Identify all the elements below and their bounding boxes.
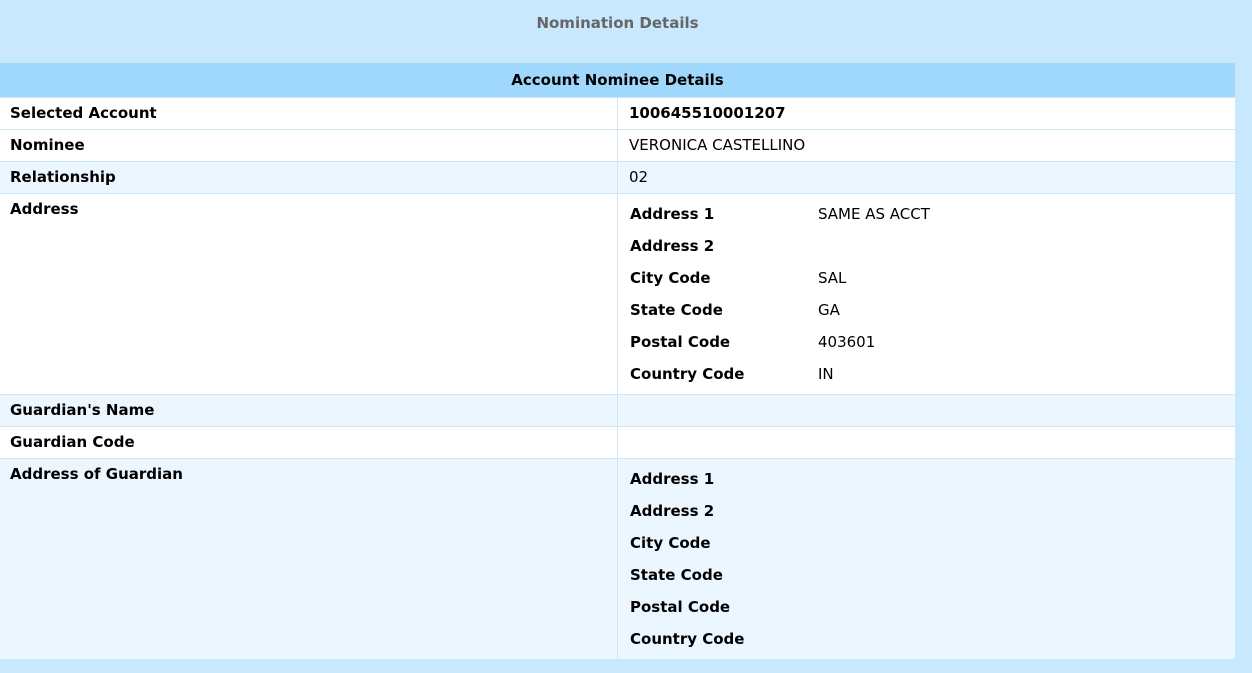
address-1-value: SAME AS ACCT xyxy=(818,205,930,223)
guardian-code-label: Guardian Code xyxy=(0,426,618,459)
postal-code-label: Postal Code xyxy=(630,333,731,351)
nominee-address-block: Address 1 SAME AS ACCT Address 2 City Co… xyxy=(617,193,1235,395)
address-label: Address xyxy=(0,193,618,395)
nominee-label: Nominee xyxy=(0,129,618,162)
nominee-address-2-line: Address 2 xyxy=(630,230,1235,262)
nominee-address-1-line: Address 1 SAME AS ACCT xyxy=(630,198,1235,230)
country-code-label: Country Code xyxy=(630,365,745,383)
nominee-details-table: Account Nominee Details Selected Account… xyxy=(0,63,1235,659)
selected-account-row: Selected Account 100645510001207 xyxy=(0,97,1235,130)
nominee-row: Nominee VERONICA CASTELLINO xyxy=(0,129,1235,162)
nominee-country-code-line: Country Code IN xyxy=(630,358,1235,390)
guardian-address-label: Address of Guardian xyxy=(0,458,618,659)
guardian-name-row: Guardian's Name xyxy=(0,394,1235,427)
country-code-value: IN xyxy=(818,365,834,383)
guardian-country-code-label: Country Code xyxy=(630,630,745,648)
relationship-row: Relationship 02 xyxy=(0,161,1235,194)
guardian-address-2-label: Address 2 xyxy=(630,502,715,520)
section-header-row: Account Nominee Details xyxy=(0,63,1235,98)
guardian-address-row: Address of Guardian Address 1 Address 2 … xyxy=(0,458,1235,659)
guardian-country-code-line: Country Code xyxy=(630,623,1235,655)
guardian-address-1-label: Address 1 xyxy=(630,470,715,488)
address-2-label: Address 2 xyxy=(630,237,715,255)
guardian-code-row: Guardian Code xyxy=(0,426,1235,459)
guardian-city-code-label: City Code xyxy=(630,534,711,552)
relationship-value: 02 xyxy=(617,161,1235,194)
guardian-address-block: Address 1 Address 2 City Code State Code… xyxy=(617,458,1235,659)
guardian-state-code-label: State Code xyxy=(630,566,723,584)
city-code-label: City Code xyxy=(630,269,711,287)
selected-account-label: Selected Account xyxy=(0,97,618,130)
address-row: Address Address 1 SAME AS ACCT Address 2… xyxy=(0,193,1235,395)
guardian-postal-code-label: Postal Code xyxy=(630,598,731,616)
relationship-label: Relationship xyxy=(0,161,618,194)
postal-code-value: 403601 xyxy=(818,333,876,351)
state-code-label: State Code xyxy=(630,301,723,319)
nominee-value: VERONICA CASTELLINO xyxy=(617,129,1235,162)
guardian-city-code-line: City Code xyxy=(630,527,1235,559)
guardian-postal-code-line: Postal Code xyxy=(630,591,1235,623)
page-title: Nomination Details xyxy=(536,14,699,32)
nominee-state-code-line: State Code GA xyxy=(630,294,1235,326)
guardian-address-1-line: Address 1 xyxy=(630,463,1235,495)
city-code-value: SAL xyxy=(818,269,847,287)
address-1-label: Address 1 xyxy=(630,205,715,223)
guardian-state-code-line: State Code xyxy=(630,559,1235,591)
nominee-postal-code-line: Postal Code 403601 xyxy=(630,326,1235,358)
state-code-value: GA xyxy=(818,301,840,319)
guardian-code-value xyxy=(617,426,1235,459)
selected-account-value: 100645510001207 xyxy=(617,97,1235,130)
guardian-address-2-line: Address 2 xyxy=(630,495,1235,527)
section-title: Account Nominee Details xyxy=(0,63,1235,98)
nominee-city-code-line: City Code SAL xyxy=(630,262,1235,294)
guardian-name-value xyxy=(617,394,1235,427)
guardian-name-label: Guardian's Name xyxy=(0,394,618,427)
